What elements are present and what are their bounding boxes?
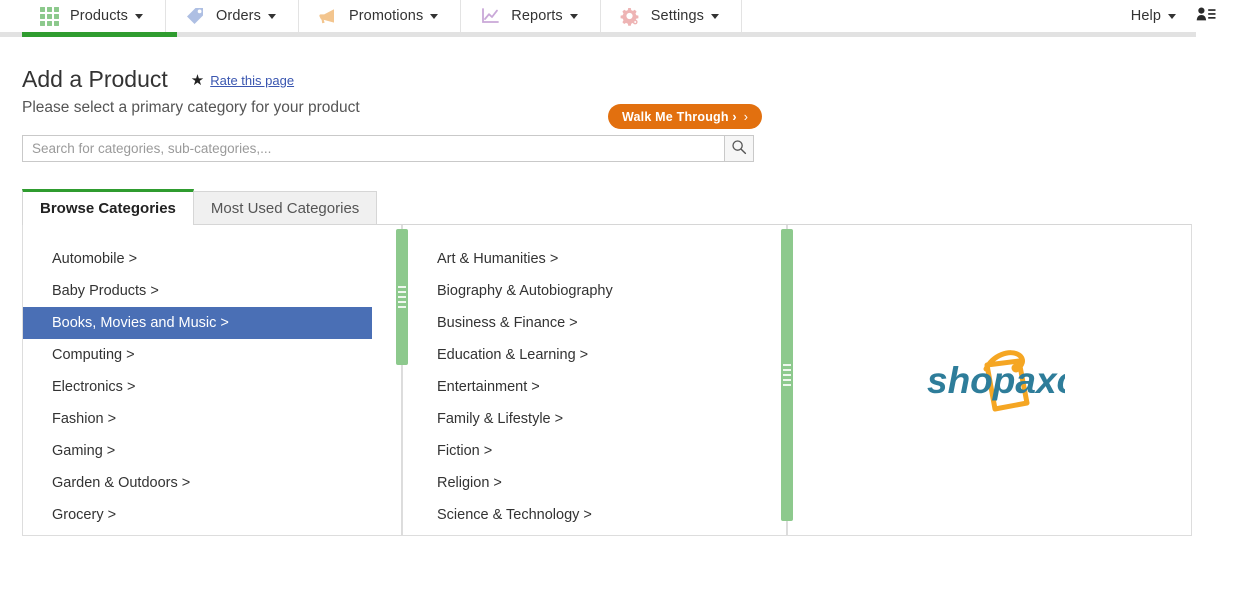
gear-icon (619, 5, 641, 27)
secondary-category-label: Religion > (437, 475, 502, 492)
chevron-down-icon (710, 13, 719, 19)
grid-icon (38, 5, 60, 27)
nav-label-settings: Settings (650, 8, 704, 24)
secondary-category-list: Art & Humanities > Biography & Autobiogr… (403, 225, 787, 531)
primary-category-label: Baby Products > (52, 283, 159, 300)
chevron-down-icon (1168, 13, 1176, 19)
secondary-category-label: Education & Learning > (437, 347, 589, 364)
branding-column: shopaxo (788, 225, 1191, 535)
shopaxo-logo: shopaxo (915, 341, 1065, 419)
primary-category-label: Electronics > (52, 379, 136, 396)
list-item[interactable]: Baby Products > (23, 275, 372, 307)
rate-this-page-link[interactable]: Rate this page (210, 73, 294, 88)
nav-underline-rule (0, 32, 1196, 37)
primary-category-label: Automobile > (52, 251, 138, 268)
nav-label-promotions: Promotions (348, 8, 424, 24)
category-browser-panel: Automobile > Baby Products > Books, Movi… (22, 224, 1192, 537)
list-item[interactable]: Electronics > (23, 371, 372, 403)
chevron-down-icon (267, 13, 276, 19)
nav-label-products: Products (70, 8, 129, 24)
tag-icon (184, 5, 206, 27)
star-icon: ★ (190, 72, 205, 89)
list-item[interactable]: Education & Learning > (403, 339, 765, 371)
page-title-row: Add a Product ★ Rate this page (22, 66, 1214, 92)
nav-item-products[interactable]: Products (24, 0, 167, 32)
search-button[interactable] (724, 135, 754, 163)
secondary-category-column: Art & Humanities > Biography & Autobiogr… (403, 225, 793, 536)
chevron-down-icon (569, 13, 578, 19)
nav-label-reports: Reports (511, 8, 563, 24)
primary-category-label: Grocery > (52, 507, 117, 524)
list-item[interactable]: Computing > (23, 339, 372, 371)
chevron-down-icon (430, 13, 439, 19)
nav-secondary-items: Help (1131, 0, 1222, 32)
list-item-selected[interactable]: Books, Movies and Music > (23, 307, 372, 340)
page-title: Add a Product (22, 66, 168, 92)
list-item[interactable]: Automobile > (23, 243, 372, 275)
nav-item-settings[interactable]: Settings (601, 0, 742, 32)
list-item[interactable]: Religion > (403, 467, 765, 499)
primary-category-label: Books, Movies and Music > (52, 315, 229, 332)
tab-browse-categories-label: Browse Categories (40, 200, 176, 218)
rate-this-page[interactable]: ★ Rate this page (191, 73, 294, 88)
nav-label-help: Help (1130, 8, 1161, 24)
tab-browse-categories[interactable]: Browse Categories (22, 189, 194, 226)
nav-item-promotions[interactable]: Promotions (299, 0, 462, 32)
walk-me-through-label: Walk Me Through › (622, 109, 737, 124)
primary-category-list: Automobile > Baby Products > Books, Movi… (23, 225, 402, 531)
tab-most-used-categories[interactable]: Most Used Categories (192, 191, 378, 226)
secondary-category-label: Biography & Autobiography (437, 283, 613, 300)
chevron-down-icon (135, 13, 144, 19)
category-tabs: Browse Categories Most Used Categories (22, 189, 1214, 226)
primary-category-column: Automobile > Baby Products > Books, Movi… (23, 225, 408, 536)
secondary-category-label: Entertainment > (437, 379, 540, 396)
search-icon (731, 139, 747, 158)
shopaxo-wordmark: shopaxo (927, 360, 1065, 401)
list-item[interactable]: Grocery > (23, 499, 372, 531)
megaphone-icon (317, 5, 339, 27)
list-item[interactable]: Business & Finance > (403, 307, 765, 339)
list-item[interactable]: Art & Humanities > (403, 243, 765, 275)
secondary-category-label: Family & Lifestyle > (437, 411, 564, 428)
walk-me-through-button[interactable]: Walk Me Through › › (608, 104, 763, 129)
walk-me-through-chevron: › (743, 109, 749, 124)
list-item[interactable]: Biography & Autobiography (403, 275, 765, 307)
nav-item-orders[interactable]: Orders (166, 0, 299, 32)
page-body: Add a Product ★ Rate this page Please se… (0, 66, 1236, 537)
primary-category-label: Gaming > (52, 443, 116, 460)
list-item[interactable]: Science & Technology > (403, 499, 765, 531)
primary-category-label: Garden & Outdoors > (52, 475, 191, 492)
nav-item-help[interactable]: Help (1131, 8, 1190, 24)
secondary-category-label: Business & Finance > (437, 315, 578, 332)
secondary-category-label: Science & Technology > (437, 507, 592, 524)
list-item[interactable]: Fiction > (403, 435, 765, 467)
list-item[interactable]: Gaming > (23, 435, 372, 467)
list-item[interactable]: Family & Lifestyle > (403, 403, 765, 435)
list-item[interactable]: Fashion > (23, 403, 372, 435)
primary-category-label: Computing > (52, 347, 135, 364)
search-input[interactable] (22, 135, 724, 163)
nav-item-reports[interactable]: Reports (461, 0, 601, 32)
nav-primary-items: Products Orders Promotions Reports Setti… (24, 0, 742, 32)
secondary-category-label: Art & Humanities > (437, 251, 559, 268)
category-search-row (22, 135, 754, 163)
top-navigation-bar: Products Orders Promotions Reports Setti… (0, 0, 1236, 32)
primary-category-label: Fashion > (52, 411, 117, 428)
user-list-icon (1196, 6, 1216, 27)
list-item[interactable]: Garden & Outdoors > (23, 467, 372, 499)
list-item[interactable]: Entertainment > (403, 371, 765, 403)
user-account-button[interactable] (1190, 6, 1222, 27)
chart-icon (479, 5, 501, 27)
tab-most-used-categories-label: Most Used Categories (210, 200, 360, 218)
secondary-category-label: Fiction > (437, 443, 493, 460)
nav-label-orders: Orders (216, 8, 261, 24)
nav-active-indicator (22, 32, 177, 37)
